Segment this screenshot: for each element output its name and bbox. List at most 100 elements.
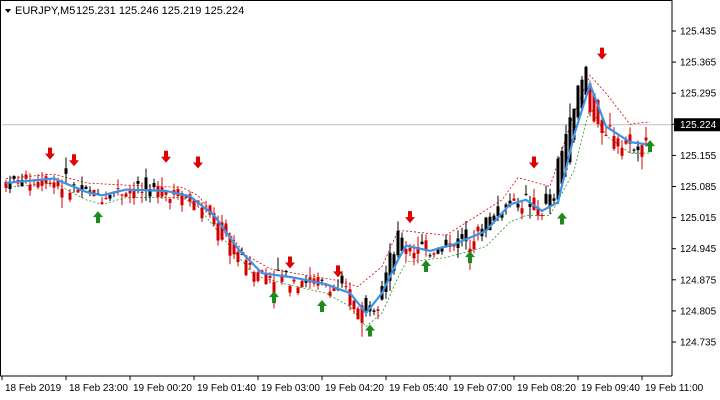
candle bbox=[148, 183, 152, 203]
candle bbox=[60, 179, 64, 208]
candle bbox=[548, 188, 552, 214]
sell-arrow-icon bbox=[193, 156, 203, 169]
candle bbox=[424, 234, 428, 257]
time-tick-label: 19 Feb 05:40 bbox=[389, 383, 448, 394]
dropdown-triangle-icon[interactable] bbox=[5, 9, 11, 13]
price-tick-label: 124.945 bbox=[680, 244, 717, 255]
candle bbox=[168, 197, 172, 210]
candle bbox=[264, 268, 268, 286]
time-tick-label: 19 Feb 03:00 bbox=[261, 383, 320, 394]
candle bbox=[460, 227, 464, 247]
candle bbox=[388, 243, 392, 291]
candle bbox=[344, 278, 348, 291]
buy-arrow-icon bbox=[93, 211, 103, 224]
candle bbox=[432, 251, 436, 258]
sell-arrow-icon bbox=[69, 154, 79, 167]
candle bbox=[340, 272, 344, 288]
time-tick-label: 19 Feb 11:00 bbox=[645, 383, 704, 394]
current-price-label: 125.224 bbox=[680, 120, 717, 131]
candle bbox=[464, 220, 468, 250]
candle bbox=[520, 201, 524, 220]
time-tick-label: 19 Feb 08:20 bbox=[517, 383, 576, 394]
candle bbox=[640, 143, 644, 170]
candle bbox=[232, 235, 236, 259]
lower-band-line bbox=[5, 105, 650, 328]
time-tick-label: 19 Feb 09:40 bbox=[581, 383, 640, 394]
candle bbox=[28, 173, 32, 196]
candle bbox=[372, 308, 376, 316]
candle bbox=[64, 157, 68, 184]
candle bbox=[288, 284, 292, 297]
candle bbox=[352, 299, 356, 315]
candle bbox=[128, 184, 132, 204]
time-tick-label: 18 Feb 2019 bbox=[5, 383, 62, 394]
sell-arrow-icon bbox=[45, 147, 55, 160]
candle bbox=[152, 178, 156, 192]
buy-arrow-icon bbox=[269, 291, 279, 304]
candle bbox=[616, 133, 620, 154]
candle bbox=[88, 186, 92, 197]
candle bbox=[172, 183, 176, 199]
price-chart[interactable]: 125.435125.365125.295125.225125.155125.0… bbox=[0, 0, 720, 400]
buy-arrow-icon bbox=[557, 212, 567, 225]
candle bbox=[420, 233, 424, 245]
candle bbox=[144, 168, 148, 201]
candle bbox=[512, 193, 516, 202]
price-tick-label: 124.735 bbox=[680, 338, 717, 349]
time-tick-label: 19 Feb 04:20 bbox=[325, 383, 384, 394]
time-tick-label: 19 Feb 07:00 bbox=[453, 383, 512, 394]
candle bbox=[516, 197, 520, 212]
sell-arrow-icon bbox=[597, 47, 607, 60]
candle bbox=[544, 185, 548, 206]
candle bbox=[44, 173, 48, 190]
candle bbox=[376, 305, 380, 320]
ohlc-quote-label: 125.231 125.246 125.219 125.224 bbox=[76, 5, 244, 17]
candle bbox=[448, 234, 452, 253]
candle bbox=[428, 253, 432, 258]
sell-arrow-icon bbox=[529, 156, 539, 169]
candle bbox=[396, 221, 400, 258]
candle bbox=[356, 306, 360, 320]
buy-arrow-icon bbox=[421, 260, 431, 273]
price-tick-label: 124.805 bbox=[680, 306, 717, 317]
candle bbox=[36, 174, 40, 190]
candle bbox=[252, 270, 256, 287]
candle bbox=[296, 286, 300, 296]
candle bbox=[188, 191, 192, 207]
candle bbox=[100, 197, 104, 205]
price-tick-label: 125.365 bbox=[680, 58, 717, 69]
candle bbox=[576, 84, 580, 120]
candle bbox=[108, 194, 112, 202]
candle bbox=[632, 148, 636, 154]
sell-arrow-icon bbox=[285, 256, 295, 269]
candle bbox=[484, 216, 488, 238]
candle bbox=[620, 140, 624, 160]
candle bbox=[524, 185, 528, 196]
sell-arrow-icon bbox=[405, 211, 415, 224]
price-tick-label: 124.875 bbox=[680, 275, 717, 286]
candle bbox=[540, 212, 544, 221]
price-tick-label: 125.085 bbox=[680, 182, 717, 193]
price-tick-label: 125.015 bbox=[680, 213, 717, 224]
candle bbox=[124, 191, 128, 197]
candle bbox=[116, 179, 120, 196]
candle bbox=[80, 176, 84, 199]
candle bbox=[4, 179, 8, 193]
chart-window[interactable]: 125.435125.365125.295125.225125.155125.0… bbox=[0, 0, 720, 400]
candle bbox=[276, 257, 280, 271]
time-tick-label: 19 Feb 00:20 bbox=[133, 383, 192, 394]
candle bbox=[160, 177, 164, 199]
candle bbox=[476, 224, 480, 241]
sell-arrow-icon bbox=[161, 150, 171, 163]
candle bbox=[120, 193, 124, 206]
price-tick-label: 125.295 bbox=[680, 89, 717, 100]
candle bbox=[84, 185, 88, 190]
upper-band-line bbox=[5, 74, 650, 287]
candle bbox=[404, 240, 408, 263]
symbol-timeframe-label: EURJPY,M5 bbox=[15, 5, 75, 17]
buy-arrow-icon bbox=[317, 300, 327, 313]
price-tick-label: 125.155 bbox=[680, 151, 717, 162]
time-tick-label: 18 Feb 23:00 bbox=[69, 383, 128, 394]
price-tick-label: 125.435 bbox=[680, 27, 717, 38]
time-tick-label: 19 Feb 01:40 bbox=[197, 383, 256, 394]
